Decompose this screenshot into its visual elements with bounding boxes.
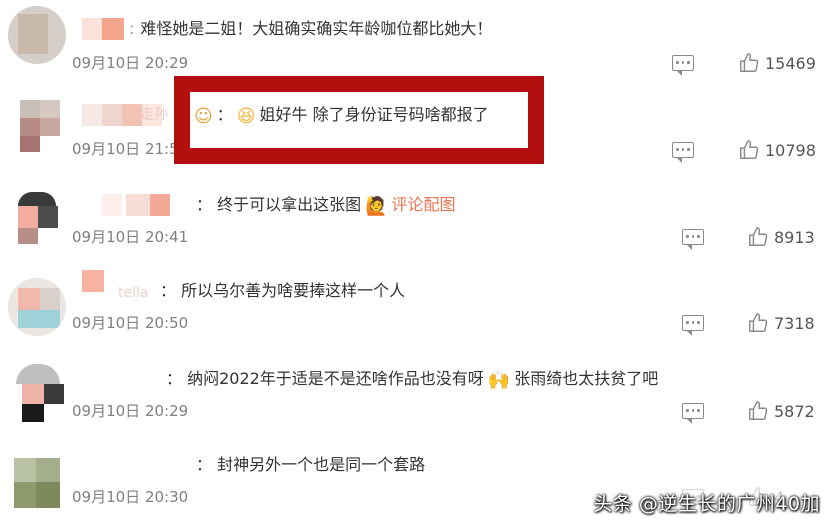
comment-bubble-icon[interactable] [682, 315, 704, 336]
thumbs-up-icon[interactable] [738, 139, 760, 161]
comment-text: : 难怪她是二姐！大姐确实确实年龄咖位都比她大！ [129, 19, 493, 38]
avatar[interactable] [8, 96, 66, 154]
like-count: 5872 [774, 402, 815, 421]
thumbs-up-icon[interactable] [738, 52, 760, 74]
cartoon-figure-sticker-icon: 🙋 [365, 196, 388, 217]
like-count: 7318 [774, 314, 815, 333]
comment-bubble-icon[interactable] [682, 403, 704, 424]
comment-date: 09月10日 20:30 [72, 488, 189, 506]
comment-bubble-icon[interactable] [672, 142, 694, 163]
avatar[interactable] [8, 192, 66, 250]
comment-text: ： 纳闷2022年于适是不是还啥作品也没有呀 🙌 张雨绮也太扶贫了吧 [166, 368, 658, 392]
thumbs-up-icon[interactable] [747, 312, 769, 334]
partial-username: 走孙 [140, 107, 168, 123]
comment-item: tella ： 所以乌尔善为啥要捧这样一个人 09月10日 20:50 7318 [0, 268, 834, 348]
comment-date: 09月10日 20:41 [72, 228, 189, 246]
comment-date: 09月10日 20:29 [72, 402, 189, 420]
thumbs-up-icon[interactable] [747, 226, 769, 248]
comment-bubble-icon[interactable] [682, 229, 704, 250]
comment-item: ： 封神另外一个也是同一个套路 09月10日 20:30 4 [0, 444, 834, 530]
avatar[interactable] [8, 6, 66, 64]
comment-text: ： 所以乌尔善为啥要捧这样一个人 [160, 280, 405, 302]
thumbs-up-icon[interactable] [747, 400, 769, 422]
comment-body: ： 纳闷2022年于适是不是还啥作品也没有呀 [166, 369, 484, 388]
highlight-annotation-box [174, 76, 544, 164]
comment-image-link[interactable]: 评论配图 [392, 195, 456, 214]
avatar[interactable] [8, 364, 66, 422]
comment-item: ： 终于可以拿出这张图 🙋 评论配图 09月10日 20:41 8913 [0, 182, 834, 262]
comment-body: ： 所以乌尔善为啥要捧这样一个人 [160, 281, 406, 300]
cartoon-figure-sticker-icon: 🙌 [487, 370, 511, 391]
comment-item: : 难怪她是二姐！大姐确实确实年龄咖位都比她大！ 09月10日 20:29 154… [0, 0, 834, 78]
comment-date: 09月10日 20:50 [72, 314, 189, 332]
partial-username: tella [118, 285, 149, 301]
comment-text: ： 终于可以拿出这张图 🙋 评论配图 [196, 194, 456, 218]
comment-body: ： 封神另外一个也是同一个套路 [196, 455, 426, 474]
comment-item: ： 纳闷2022年于适是不是还啥作品也没有呀 🙌 张雨绮也太扶贫了吧 09月10日 … [0, 356, 834, 436]
comment-text: ： 封神另外一个也是同一个套路 [196, 454, 425, 476]
username-blurred[interactable] [102, 194, 192, 216]
username-blurred[interactable] [82, 270, 106, 292]
comment-body-continued: 张雨绮也太扶贫了吧 [514, 369, 659, 388]
avatar[interactable] [8, 278, 66, 336]
username-blurred[interactable] [82, 18, 126, 40]
avatar[interactable] [8, 454, 66, 512]
comment-body: 难怪她是二姐！大姐确实确实年龄咖位都比她大！ [140, 19, 493, 38]
like-count: 8913 [774, 228, 815, 247]
watermark-text: 头条 @逆生长的广州40加 [593, 493, 820, 515]
comment-date: 09月10日 21:5 [72, 140, 179, 158]
comment-bubble-icon[interactable] [672, 55, 694, 76]
comment-date: 09月10日 20:29 [72, 54, 189, 72]
like-count: 10798 [765, 141, 816, 160]
comment-body: ： 终于可以拿出这张图 [196, 195, 362, 214]
like-count: 15469 [765, 54, 816, 73]
